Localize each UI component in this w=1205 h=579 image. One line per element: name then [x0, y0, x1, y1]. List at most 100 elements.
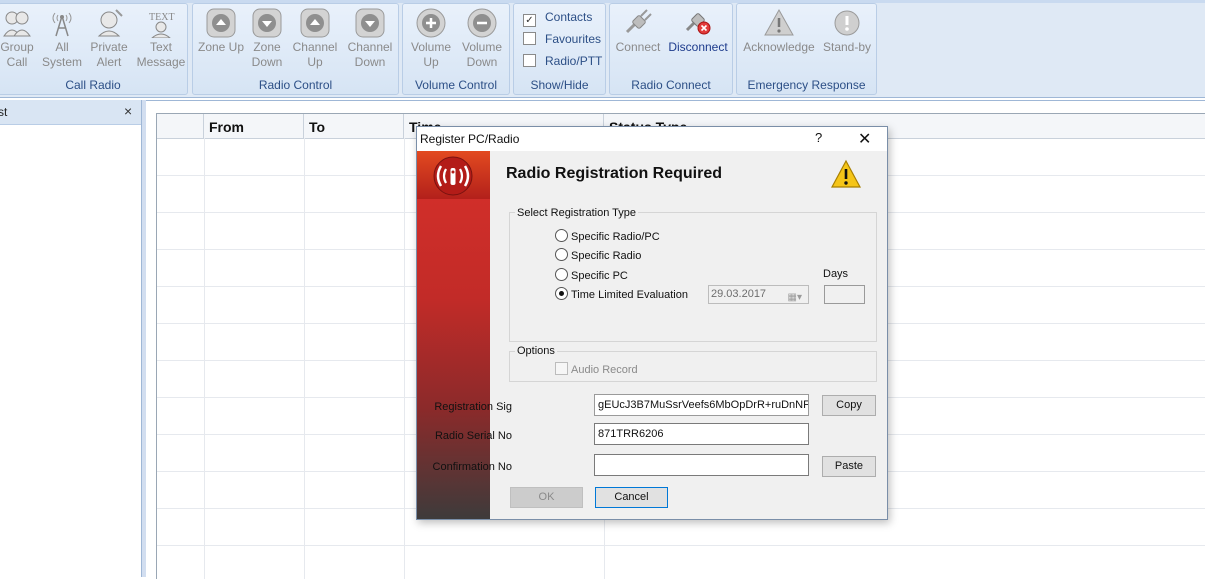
copy-button[interactable]: Copy [822, 395, 876, 416]
volume-down-button[interactable]: Volume Down [458, 8, 506, 70]
favourites-toggle[interactable]: Favourites [523, 32, 601, 46]
zone-down-icon [252, 8, 282, 38]
grid-col-line [204, 138, 205, 579]
dialog-title: Register PC/Radio [420, 132, 520, 146]
text-icon-label: TEXT [149, 12, 175, 23]
radio-tower-icon [52, 12, 72, 37]
zone-up-label: Zone Up [197, 40, 245, 54]
paste-button[interactable]: Paste [822, 456, 876, 477]
acknowledge-button[interactable]: Acknowledge [741, 8, 817, 55]
group-call-radio: Group Call All System Private Alert TEXT… [0, 3, 188, 95]
column-header-to[interactable]: To [304, 114, 404, 138]
group-emergency-response: Acknowledge Stand-by Emergency Response [736, 3, 877, 95]
radio-label: Specific PC [571, 270, 628, 282]
ribbon: Group Call All System Private Alert TEXT… [0, 0, 1205, 98]
all-system-button[interactable]: All System [41, 8, 83, 70]
channel-down-icon [355, 8, 385, 38]
emergency-response-group-label: Emergency Response [747, 78, 866, 92]
connect-button[interactable]: Connect [612, 8, 664, 55]
private-alert-label: Private Alert [90, 40, 128, 69]
zone-up-button[interactable]: Zone Up [196, 8, 246, 55]
grid-row-line [157, 545, 1205, 546]
confirmation-field[interactable] [594, 454, 809, 476]
confirmation-label: Confirmation No [432, 461, 512, 473]
column-header-select[interactable] [157, 114, 204, 138]
registration-sig-field[interactable]: gEUcJ3B7MuSsrVeefs6MbOpDrR+ruDnNF5c [594, 394, 809, 416]
registration-type-legend: Select Registration Type [515, 207, 639, 219]
text-message-icon: TEXT [149, 12, 175, 38]
channel-up-button[interactable]: Channel Up [290, 8, 340, 70]
register-dialog: Register PC/Radio ? ✕ Radio Registration… [416, 126, 888, 520]
radio-connect-group-label: Radio Connect [631, 78, 711, 92]
radio-serial-label: Radio Serial No [434, 430, 512, 442]
radio-time-limited-evaluation[interactable]: Time Limited Evaluation [555, 287, 688, 301]
audio-record-toggle: Audio Record [555, 362, 638, 376]
private-alert-button[interactable]: Private Alert [87, 8, 131, 70]
ok-button[interactable]: OK [510, 487, 583, 508]
radio-ptt-toggle[interactable]: Radio/PTT [523, 54, 602, 68]
radio-button-selected[interactable] [555, 287, 568, 300]
zone-down-label: Zone Down [251, 40, 283, 69]
audio-record-label: Audio Record [571, 364, 638, 376]
group-show-hide: ✓ Contacts Favourites Radio/PTT Show/Hide [513, 3, 606, 95]
evaluation-date-value: 29.03.2017 [711, 288, 767, 300]
radio-serial-field[interactable]: 871TRR6206 [594, 423, 809, 445]
private-alert-icon [97, 9, 123, 37]
standby-button[interactable]: Stand-by [820, 8, 874, 55]
help-icon[interactable]: ? [815, 130, 822, 145]
group-volume-control: Volume Up Volume Down Volume Control [402, 3, 510, 95]
channel-up-icon [300, 8, 330, 38]
volume-up-icon [416, 8, 446, 38]
cancel-button[interactable]: Cancel [595, 487, 668, 508]
volume-control-group-label: Volume Control [414, 78, 498, 92]
radio-specific-radio-pc[interactable]: Specific Radio/PC [555, 229, 660, 243]
volume-up-label: Volume Up [410, 40, 452, 69]
close-icon[interactable]: × [124, 103, 132, 119]
group-call-button[interactable]: Group Call [0, 8, 35, 70]
evaluation-date-picker: 29.03.2017 ▦▾ [708, 285, 809, 304]
column-header-from[interactable]: From [204, 114, 304, 138]
left-pane-header: st × [0, 100, 141, 125]
radio-control-group-label: Radio Control [258, 78, 333, 92]
warning-icon [830, 159, 862, 188]
volume-down-label: Volume Down [461, 40, 503, 69]
options-legend: Options [515, 345, 557, 357]
acknowledge-label: Acknowledge [743, 40, 815, 54]
connect-plug-icon [625, 9, 652, 34]
favourites-label: Favourites [545, 32, 602, 46]
radio-button[interactable] [555, 229, 568, 242]
radio-signal-logo-icon [433, 156, 473, 196]
disconnect-button[interactable]: Disconnect [666, 8, 730, 55]
volume-up-button[interactable]: Volume Up [407, 8, 455, 70]
registration-sig-label: Registration Sig [434, 401, 512, 413]
calendar-dropdown-icon: ▦▾ [787, 292, 802, 303]
call-radio-group-label: Call Radio [65, 78, 121, 92]
dialog-titlebar[interactable]: Register PC/Radio ? ✕ [417, 127, 887, 151]
favourites-checkbox[interactable] [523, 32, 536, 45]
group-radio-control: Zone Up Zone Down Channel Up Channel Dow… [192, 3, 399, 95]
group-call-label: Group Call [0, 40, 34, 69]
contacts-label: Contacts [545, 10, 593, 24]
radio-specific-radio[interactable]: Specific Radio [555, 248, 641, 262]
all-system-label: All System [41, 40, 82, 69]
contacts-toggle[interactable]: ✓ Contacts [523, 10, 592, 27]
radio-button[interactable] [555, 248, 568, 261]
radio-button[interactable] [555, 268, 568, 281]
contacts-checkbox[interactable]: ✓ [523, 14, 536, 27]
radio-ptt-checkbox[interactable] [523, 54, 536, 67]
grid-col-line [404, 138, 405, 579]
days-input [824, 285, 865, 304]
volume-down-icon [467, 8, 497, 38]
text-message-button[interactable]: TEXT Text Message [136, 8, 186, 70]
channel-up-label: Channel Up [292, 40, 338, 69]
channel-down-label: Channel Down [347, 40, 393, 69]
dialog-close-icon[interactable]: ✕ [858, 129, 871, 149]
disconnect-label: Disconnect [668, 40, 728, 54]
radio-label: Time Limited Evaluation [571, 289, 688, 301]
radio-specific-pc[interactable]: Specific PC [555, 268, 628, 282]
radio-ptt-label: Radio/PTT [545, 54, 603, 68]
connect-label: Connect [615, 40, 661, 54]
warning-triangle-icon [764, 8, 794, 36]
zone-down-button[interactable]: Zone Down [246, 8, 288, 70]
channel-down-button[interactable]: Channel Down [345, 8, 395, 70]
